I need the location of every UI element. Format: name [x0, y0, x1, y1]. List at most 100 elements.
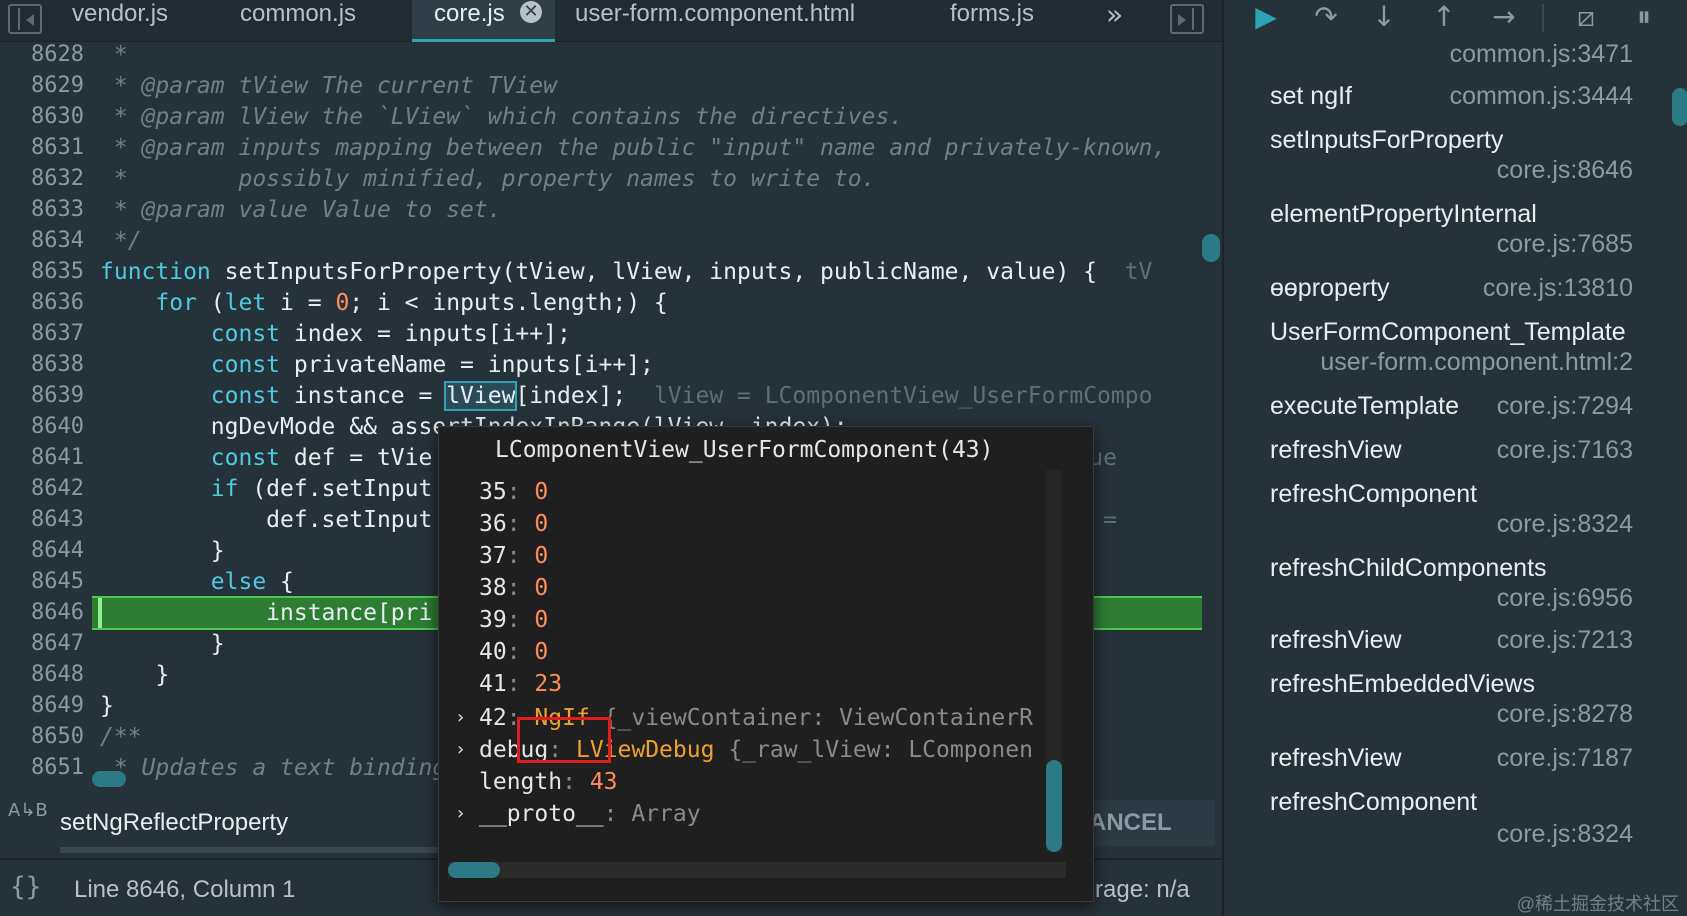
variable-inspector-popover: LComponentView_UserFormComponent(43) 35:…	[438, 426, 1094, 902]
tab-forms-js[interactable]: forms.js	[940, 0, 1040, 42]
frame-location: core.js:7163	[1496, 436, 1633, 464]
property-key: 41	[479, 671, 507, 697]
replace-mode-icon[interactable]: A↳B	[8, 802, 48, 820]
code-line: * possibly minified, property names to w…	[100, 166, 876, 192]
line-number[interactable]: 8637	[0, 321, 84, 346]
step-over-icon[interactable]: ↷	[1304, 0, 1348, 36]
tab-common-js[interactable]: common.js	[230, 0, 380, 42]
editor-horizontal-scrollbar[interactable]	[92, 771, 126, 787]
expand-arrow-icon[interactable]: ›	[457, 739, 464, 760]
line-number[interactable]: 8638	[0, 352, 84, 377]
colon: :	[506, 671, 521, 697]
code-line: * @param lView the `LView` which contain…	[100, 104, 904, 130]
line-number[interactable]: 8648	[0, 662, 84, 687]
tab-user-form-component-html[interactable]: user-form.component.html	[565, 0, 895, 42]
toggle-debugger-icon[interactable]	[1170, 4, 1204, 34]
popover-vertical-scrollbar[interactable]	[1046, 760, 1062, 852]
deactivate-breakpoints-icon[interactable]: ⧄	[1564, 0, 1608, 36]
line-number[interactable]: 8644	[0, 538, 84, 563]
line-number[interactable]: 8636	[0, 290, 84, 315]
line-number[interactable]: 8647	[0, 631, 84, 656]
pretty-print-icon[interactable]: {}	[10, 872, 41, 902]
tab-core-js[interactable]: core.js ✕	[412, 0, 555, 42]
line-number[interactable]: 8639	[0, 383, 84, 408]
code-text: def.setInput	[100, 507, 433, 533]
property-key: 37	[479, 543, 507, 569]
line-number[interactable]: 8650	[0, 724, 84, 749]
frame-function: refreshView	[1270, 626, 1402, 654]
code-line: const index = inputs[i++];	[100, 321, 571, 352]
line-number[interactable]: 8642	[0, 476, 84, 501]
property-value: 0	[534, 479, 549, 505]
line-number[interactable]: 8646	[0, 600, 84, 625]
line-number[interactable]: 8651	[0, 755, 84, 780]
keyword: const	[210, 352, 281, 378]
line-number[interactable]: 8631	[0, 135, 84, 160]
code-text: ; i < inputs.length;) {	[349, 290, 668, 316]
frame-location: core.js:8278	[1496, 700, 1633, 728]
debugger-toolbar: ▶ ↷ ↓ ↑ → ⧄ ⏸	[1224, 0, 1687, 40]
frame-function: setInputsForProperty	[1270, 126, 1504, 154]
line-number[interactable]: 8645	[0, 569, 84, 594]
line-number[interactable]: 8649	[0, 693, 84, 718]
property-row[interactable]: 37: 0	[479, 543, 548, 577]
frame-function: refreshComponent	[1270, 480, 1478, 508]
line-number[interactable]: 8630	[0, 104, 84, 129]
line-number[interactable]: 8633	[0, 197, 84, 222]
line-number[interactable]: 8634	[0, 228, 84, 253]
line-number[interactable]: 8635	[0, 259, 84, 284]
number-literal: 0	[335, 290, 350, 316]
pause-on-exceptions-icon[interactable]: ⏸	[1622, 0, 1666, 36]
code-line: for (let i = 0; i < inputs.length;) {	[100, 290, 668, 321]
tab-vendor-js[interactable]: vendor.js	[62, 0, 192, 42]
property-key: 35	[479, 479, 507, 505]
code-line: const def = tVie1, blue	[100, 445, 1117, 476]
keyword: if	[210, 476, 239, 502]
code-line: }	[100, 662, 170, 688]
property-key: 36	[479, 511, 507, 537]
property-key: length	[479, 769, 563, 795]
more-tabs-icon[interactable]: »	[1106, 0, 1123, 31]
line-number[interactable]: 8628	[0, 42, 84, 67]
line-number[interactable]: 8632	[0, 166, 84, 191]
popover-horizontal-scrollbar[interactable]	[448, 862, 500, 878]
inline-value-hint: lView = LComponentView_UserFormCompo	[653, 383, 1153, 409]
property-row[interactable]: 39: 0	[479, 607, 548, 641]
code-text: i =	[266, 290, 336, 316]
close-tab-icon[interactable]: ✕	[520, 1, 542, 23]
expand-arrow-icon[interactable]: ›	[457, 803, 464, 824]
call-stack-scrollbar[interactable]	[1672, 88, 1687, 126]
code-line: /**	[100, 724, 142, 750]
property-value: 0	[534, 543, 549, 569]
code-text: {	[266, 569, 294, 595]
line-number[interactable]: 8643	[0, 507, 84, 532]
property-row[interactable]: 36: 0	[479, 511, 548, 545]
property-row[interactable]: 38: 0	[479, 575, 548, 609]
frame-location: core.js:8324	[1496, 510, 1633, 538]
line-number[interactable]: 8641	[0, 445, 84, 470]
editor-vertical-scrollbar[interactable]	[1202, 234, 1220, 262]
cursor-position: Line 8646, Column 1	[74, 876, 296, 903]
property-row-length[interactable]: length: 43	[479, 769, 618, 803]
frame-function: refreshEmbeddedViews	[1270, 670, 1535, 698]
property-row-proto[interactable]: __proto__: Array	[479, 801, 701, 835]
frame-location: common.js:3471	[1449, 40, 1633, 68]
expand-arrow-icon[interactable]: ›	[457, 707, 464, 728]
line-number[interactable]: 8640	[0, 414, 84, 439]
line-number[interactable]: 8629	[0, 73, 84, 98]
hovered-identifier[interactable]: lView	[444, 381, 518, 411]
frame-location: core.js:8646	[1496, 156, 1633, 184]
step-icon[interactable]: →	[1482, 0, 1526, 36]
keyword: else	[210, 569, 267, 595]
property-row[interactable]: 40: 0	[479, 639, 548, 673]
step-out-icon[interactable]: ↑	[1422, 0, 1466, 36]
cancel-button[interactable]: ANCEL	[1085, 800, 1215, 846]
resume-icon[interactable]: ▶	[1244, 0, 1288, 36]
toggle-navigator-icon[interactable]	[8, 4, 42, 34]
property-row[interactable]: 35: 0	[479, 479, 548, 513]
property-row[interactable]: 41: 23	[479, 671, 562, 705]
coverage-status: rage: n/a	[1095, 876, 1190, 903]
step-into-icon[interactable]: ↓	[1362, 0, 1406, 36]
